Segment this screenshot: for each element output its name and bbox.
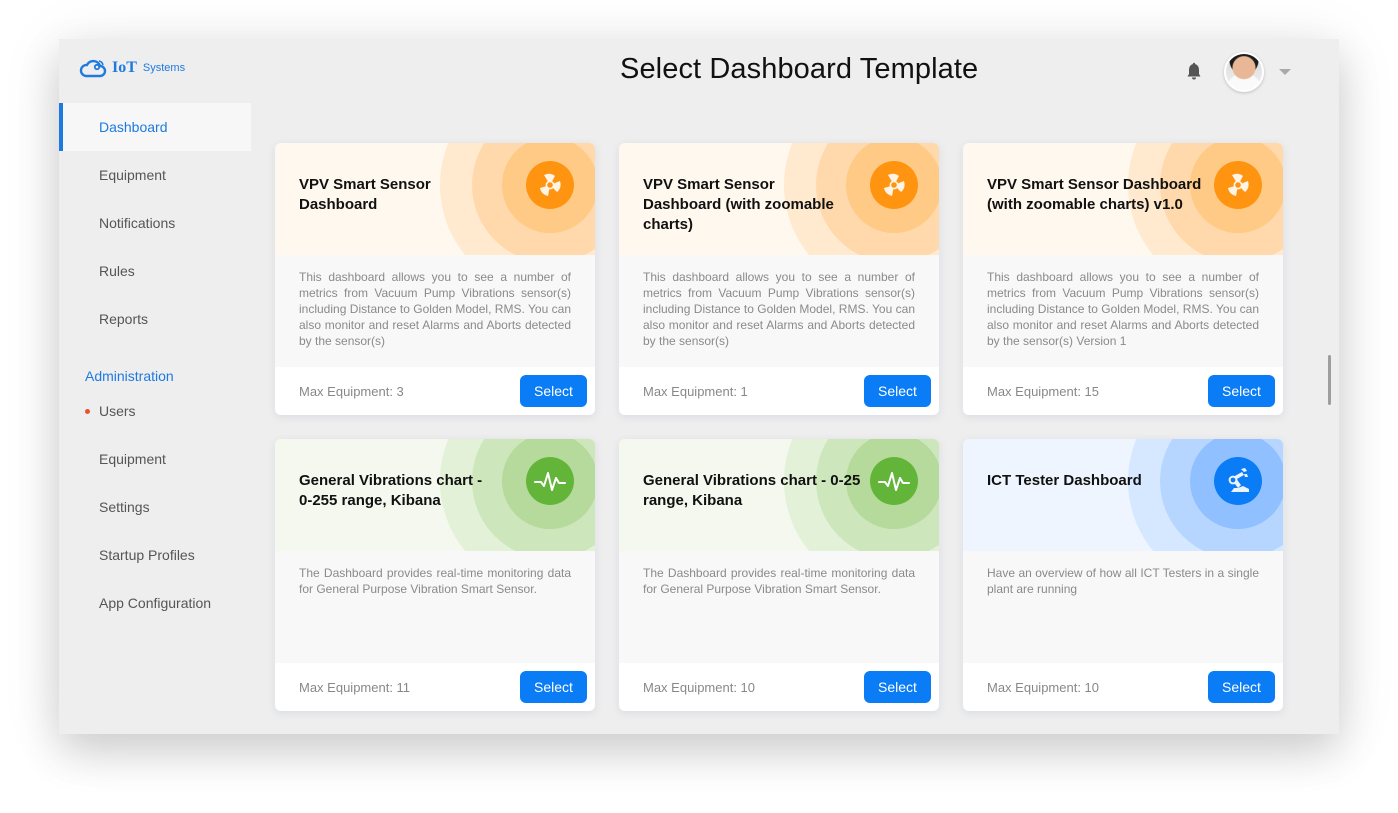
avatar[interactable] [1224, 52, 1264, 92]
sidebar-item-label: Rules [99, 263, 135, 279]
select-button[interactable]: Select [1208, 671, 1275, 703]
max-equipment: Max Equipment: 11 [299, 679, 411, 695]
card-description: The Dashboard provides real-time monitor… [275, 551, 595, 663]
sidebar-item-label: Settings [99, 499, 150, 515]
template-card: VPV Smart Sensor Dashboard This dashboar… [275, 143, 595, 415]
card-description: This dashboard allows you to see a numbe… [963, 255, 1283, 367]
fan-icon [870, 161, 918, 209]
card-header: VPV Smart Sensor Dashboard (with zoomabl… [963, 143, 1283, 255]
sidebar-item-label: Reports [99, 311, 149, 327]
sidebar-item-label: Startup Profiles [99, 547, 195, 563]
logo-text: IoT [112, 59, 137, 76]
card-title: VPV Smart Sensor Dashboard [299, 176, 431, 213]
card-footer: Max Equipment: 15 Select [963, 367, 1283, 415]
sidebar: Dashboard Equipment Notifications Rules … [59, 103, 251, 627]
card-footer: Max Equipment: 10 Select [963, 663, 1283, 711]
sidebar-item-rules[interactable]: Rules [59, 247, 251, 295]
scrollbar[interactable] [1328, 355, 1331, 405]
sidebar-item-label: Notifications [99, 215, 176, 231]
notification-dot [85, 408, 90, 414]
max-equipment: Max Equipment: 1 [643, 383, 748, 399]
card-title: General Vibrations chart - 0-255 range, … [299, 472, 483, 509]
pulse-icon [526, 457, 574, 505]
pulse-icon [870, 457, 918, 505]
card-title: VPV Smart Sensor Dashboard (with zoomabl… [643, 176, 834, 233]
fan-icon [526, 161, 574, 209]
app-window: IoT Systems Select Dashboard Template Da… [59, 39, 1339, 734]
template-card: General Vibrations chart - 0-25 range, K… [619, 439, 939, 711]
card-header: General Vibrations chart - 0-25 range, K… [619, 439, 939, 551]
chevron-down-icon[interactable] [1279, 69, 1291, 75]
section-administration: Administration [85, 368, 174, 384]
sidebar-item-settings[interactable]: Settings [59, 483, 251, 531]
logo-subtext: Systems [142, 62, 186, 74]
template-card: VPV Smart Sensor Dashboard (with zoomabl… [963, 143, 1283, 415]
card-description: Have an overview of how all ICT Testers … [963, 551, 1283, 663]
cloud-icon [79, 59, 107, 78]
card-description: This dashboard allows you to see a numbe… [275, 255, 595, 367]
card-description: This dashboard allows you to see a numbe… [619, 255, 939, 367]
card-footer: Max Equipment: 10 Select [619, 663, 939, 711]
sidebar-item-admin-equipment[interactable]: Equipment [59, 435, 251, 483]
max-equipment: Max Equipment: 10 [643, 679, 756, 695]
logo[interactable]: IoT Systems [79, 58, 185, 78]
sidebar-item-label: Users [99, 403, 136, 419]
card-header: General Vibrations chart - 0-255 range, … [275, 439, 595, 551]
sidebar-item-label: Equipment [99, 451, 166, 467]
card-title: VPV Smart Sensor Dashboard (with zoomabl… [987, 176, 1202, 213]
header-actions [1184, 52, 1291, 92]
select-button[interactable]: Select [864, 671, 931, 703]
card-footer: Max Equipment: 1 Select [619, 367, 939, 415]
card-header: VPV Smart Sensor Dashboard (with zoomabl… [619, 143, 939, 255]
sidebar-item-startup-profiles[interactable]: Startup Profiles [59, 531, 251, 579]
max-equipment: Max Equipment: 15 [987, 383, 1100, 399]
sidebar-item-reports[interactable]: Reports [59, 295, 251, 343]
page-title-text: Select Dashboard Template [620, 53, 979, 85]
template-card: General Vibrations chart - 0-255 range, … [275, 439, 595, 711]
card-header: VPV Smart Sensor Dashboard [275, 143, 595, 255]
template-card: VPV Smart Sensor Dashboard (with zoomabl… [619, 143, 939, 415]
template-card: ICT Tester Dashboard Have an overview of… [963, 439, 1283, 711]
sidebar-item-users[interactable]: Users [59, 387, 251, 435]
select-button[interactable]: Select [520, 671, 587, 703]
template-grid: VPV Smart Sensor Dashboard This dashboar… [275, 143, 1283, 711]
card-header: ICT Tester Dashboard [963, 439, 1283, 551]
card-footer: Max Equipment: 11 Select [275, 663, 595, 711]
card-title: ICT Tester Dashboard [987, 472, 1142, 489]
card-description: The Dashboard provides real-time monitor… [619, 551, 939, 663]
sidebar-item-app-configuration[interactable]: App Configuration [59, 579, 251, 627]
sidebar-item-label: Equipment [99, 167, 166, 183]
select-button[interactable]: Select [1208, 375, 1275, 407]
max-equipment: Max Equipment: 3 [299, 383, 404, 399]
robot-arm-icon [1214, 457, 1262, 505]
sidebar-item-notifications[interactable]: Notifications [59, 199, 251, 247]
sidebar-item-equipment[interactable]: Equipment [59, 151, 251, 199]
bell-icon[interactable] [1184, 62, 1204, 82]
max-equipment: Max Equipment: 10 [987, 679, 1100, 695]
card-title: General Vibrations chart - 0-25 range, K… [643, 472, 861, 509]
fan-icon [1214, 161, 1262, 209]
sidebar-item-label: Dashboard [99, 119, 168, 135]
select-button[interactable]: Select [864, 375, 931, 407]
card-footer: Max Equipment: 3 Select [275, 367, 595, 415]
sidebar-item-label: App Configuration [99, 595, 212, 611]
sidebar-item-dashboard[interactable]: Dashboard [59, 103, 251, 151]
select-button[interactable]: Select [520, 375, 587, 407]
